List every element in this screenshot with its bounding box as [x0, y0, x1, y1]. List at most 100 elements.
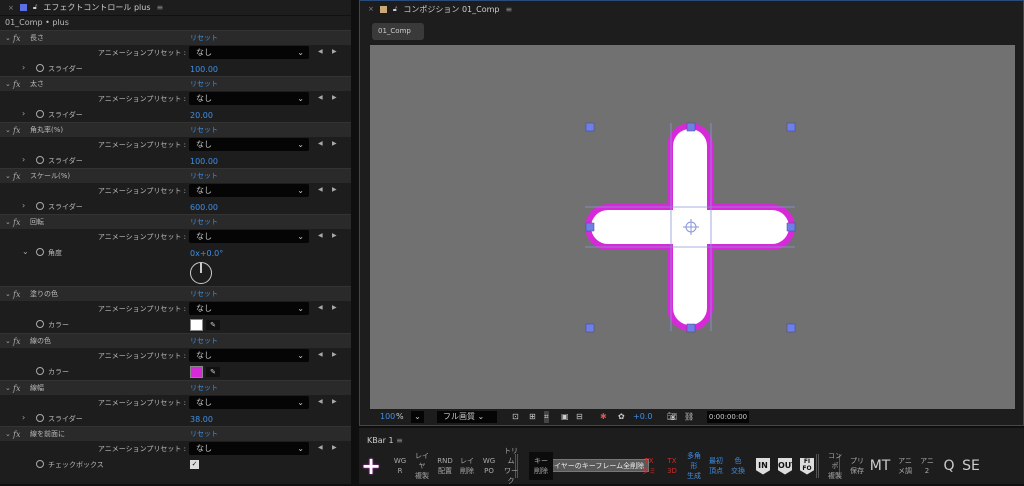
effect-header[interactable]: ⌄ fx 線を前面に リセット: [0, 426, 351, 441]
kbar-button[interactable]: 最初 頂点: [706, 452, 726, 480]
color-swatch[interactable]: [190, 366, 203, 378]
reset-link[interactable]: リセット: [190, 171, 218, 181]
slider-value[interactable]: 600.00: [190, 203, 218, 212]
reset-link[interactable]: リセット: [190, 79, 218, 89]
slider-value[interactable]: 100.00: [190, 65, 218, 74]
kbar-button[interactable]: WG PO: [479, 452, 499, 480]
preset-dropdown[interactable]: なし ⌄: [189, 396, 309, 409]
stopwatch-icon[interactable]: [36, 156, 44, 164]
stopwatch-icon[interactable]: [36, 202, 44, 210]
kbar-button[interactable]: コンポ 複製: [825, 452, 845, 480]
chevron-down-icon[interactable]: ⌄: [5, 34, 11, 42]
kbar-button[interactable]: トリム ワーク: [501, 447, 521, 485]
stopwatch-icon[interactable]: [36, 367, 44, 375]
eyedropper-icon[interactable]: ✎: [206, 367, 220, 377]
effect-header[interactable]: ⌄ fx 線の色 リセット: [0, 333, 351, 348]
chevron-right-icon[interactable]: ›: [22, 413, 25, 422]
kbar-button[interactable]: アニ メ調: [895, 452, 915, 480]
chevron-down-icon[interactable]: ⌄: [22, 247, 29, 256]
close-icon[interactable]: ×: [8, 4, 14, 12]
kbar-button[interactable]: TX 3D: [662, 452, 682, 480]
eyedropper-icon[interactable]: ✎: [206, 320, 220, 330]
effect-header[interactable]: ⌄ fx スケール(%) リセット: [0, 168, 351, 183]
previous-preset-icon[interactable]: ◀: [318, 351, 323, 358]
mask-path-visibility-icon[interactable]: ⌗: [544, 411, 549, 423]
composition-viewer[interactable]: [370, 45, 1015, 409]
fx-icon[interactable]: fx: [13, 80, 20, 89]
plus-icon-button[interactable]: +: [361, 452, 381, 480]
stopwatch-icon[interactable]: [36, 414, 44, 422]
tab-01-comp[interactable]: 01_Comp: [372, 23, 424, 40]
chevron-down-icon[interactable]: ⌄: [5, 337, 11, 345]
effect-header[interactable]: ⌄ fx 長さ リセット: [0, 30, 351, 45]
plus-shape-layer[interactable]: [370, 45, 1015, 409]
chevron-down-icon[interactable]: ⌄: [5, 290, 11, 298]
chevron-right-icon[interactable]: ›: [22, 63, 25, 72]
fx-icon[interactable]: fx: [13, 290, 20, 299]
menu-icon[interactable]: ≡: [396, 436, 403, 445]
checkbox[interactable]: ✓: [190, 460, 199, 469]
zoom-dropdown-chevron-icon[interactable]: ⌄: [411, 411, 424, 423]
fx-icon[interactable]: fx: [13, 172, 20, 181]
previous-preset-icon[interactable]: ◀: [318, 304, 323, 311]
reset-link[interactable]: リセット: [190, 33, 218, 43]
chevron-down-icon[interactable]: ⌄: [5, 172, 11, 180]
kbar-button[interactable]: IN: [753, 452, 773, 480]
next-preset-icon[interactable]: ▶: [332, 48, 337, 55]
effect-header[interactable]: ⌄ fx 線幅 リセット: [0, 380, 351, 395]
menu-icon[interactable]: ≡: [506, 5, 513, 14]
effect-header[interactable]: ⌄ fx 回転 リセット: [0, 214, 351, 229]
kbar-button[interactable]: 多角形 生成: [684, 452, 704, 480]
preset-dropdown[interactable]: なし ⌄: [189, 349, 309, 362]
next-preset-icon[interactable]: ▶: [332, 94, 337, 101]
region-of-interest-icon[interactable]: ⊡: [512, 411, 519, 423]
reset-link[interactable]: リセット: [190, 336, 218, 346]
stopwatch-icon[interactable]: [36, 110, 44, 118]
preset-dropdown[interactable]: なし ⌄: [189, 302, 309, 315]
fx-icon[interactable]: fx: [13, 384, 20, 393]
preset-dropdown[interactable]: なし ⌄: [189, 92, 309, 105]
timecode[interactable]: 0:00:00:00: [707, 411, 749, 423]
lock-icon[interactable]: 🔓︎: [393, 5, 398, 14]
kbar-button[interactable]: プリ 保存: [847, 452, 867, 480]
exposure-reset-icon[interactable]: ✿: [618, 411, 625, 423]
next-preset-icon[interactable]: ▶: [332, 140, 337, 147]
kbar-button[interactable]: SE: [961, 452, 981, 480]
kbar-button[interactable]: FI FO: [797, 452, 817, 480]
reset-link[interactable]: リセット: [190, 125, 218, 135]
previous-preset-icon[interactable]: ◀: [318, 444, 323, 451]
kbar-button[interactable]: Q: [939, 452, 959, 480]
kbar-button[interactable]: レイ 削除: [457, 452, 477, 480]
lock-icon[interactable]: 🔓︎: [33, 3, 38, 12]
preset-dropdown[interactable]: なし ⌄: [189, 230, 309, 243]
reset-link[interactable]: リセット: [190, 217, 218, 227]
preset-dropdown[interactable]: なし ⌄: [189, 138, 309, 151]
snapshot-camera-icon[interactable]: 📷︎: [667, 411, 677, 423]
kbar-button[interactable]: アニ 2: [917, 452, 937, 480]
kbar-button[interactable]: レイヤ 複製: [412, 452, 432, 480]
slider-value[interactable]: 20.00: [190, 111, 213, 120]
transform-handle[interactable]: [585, 222, 595, 232]
transparency-grid-icon[interactable]: ⊞: [529, 411, 536, 423]
effect-header[interactable]: ⌄ fx 太さ リセット: [0, 76, 351, 91]
chevron-down-icon[interactable]: ⌄: [5, 80, 11, 88]
effect-header[interactable]: ⌄ fx 角丸率(%) リセット: [0, 122, 351, 137]
previous-preset-icon[interactable]: ◀: [318, 186, 323, 193]
next-preset-icon[interactable]: ▶: [332, 398, 337, 405]
fx-icon[interactable]: fx: [13, 430, 20, 439]
fx-icon[interactable]: fx: [13, 126, 20, 135]
kbar-button[interactable]: TX ダミ: [639, 452, 659, 480]
transform-handle[interactable]: [686, 122, 696, 132]
transform-handle[interactable]: [686, 323, 696, 333]
transform-handle[interactable]: [585, 323, 595, 333]
slider-value[interactable]: 38.00: [190, 415, 213, 424]
previous-preset-icon[interactable]: ◀: [318, 398, 323, 405]
menu-icon[interactable]: ≡: [157, 3, 164, 12]
kbar-button[interactable]: OUT: [775, 452, 795, 480]
kbar-button[interactable]: RND 配置: [435, 452, 455, 480]
chevron-right-icon[interactable]: ›: [22, 201, 25, 210]
zoom-level[interactable]: 100: [380, 411, 395, 423]
kbar-button[interactable]: WG R: [390, 452, 410, 480]
color-swatch[interactable]: [190, 319, 203, 331]
fx-icon[interactable]: fx: [13, 337, 20, 346]
